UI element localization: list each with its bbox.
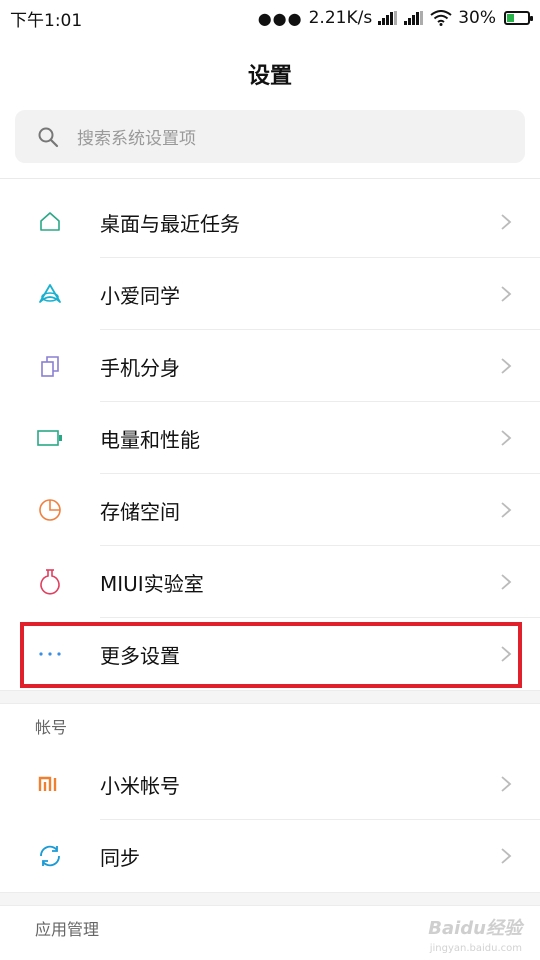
xiaoai-icon [35,279,65,309]
home-icon [35,207,65,237]
chevron-right-icon [501,574,512,590]
sync-icon [35,841,65,871]
settings-list: 桌面与最近任务 小爱同学 手机分身 电量和性能 存储空间 MIUI实验室 更多设… [0,186,540,950]
chevron-right-icon [501,430,512,446]
network-speed: 2.21K/s [308,8,373,28]
chevron-right-icon [501,848,512,864]
settings-item-sync[interactable]: 同步 [0,820,540,892]
settings-item-dual-device[interactable]: 手机分身 [0,330,540,402]
status-bar: 下午1:01 ●●● 2.21K/s 30% [0,0,540,36]
settings-item-label: 电量和性能 [100,427,200,452]
settings-item-label: 小米帐号 [100,773,180,798]
status-right: ●●● 2.21K/s 30% [257,8,533,28]
page-title: 设置 [247,64,292,89]
settings-item-battery[interactable]: 电量和性能 [0,402,540,474]
chevron-right-icon [501,646,512,662]
settings-item-label: 更多设置 [100,643,180,668]
settings-item-label: 小爱同学 [100,283,180,308]
battery-icon [504,11,533,25]
chevron-right-icon [501,776,512,792]
settings-item-label: 桌面与最近任务 [100,211,240,236]
status-time: 下午1:01 [10,10,83,31]
search-input[interactable]: 搜索系统设置项 [15,110,525,163]
settings-item-xiaoai[interactable]: 小爱同学 [0,258,540,330]
watermark: Baidu经验 [428,918,522,939]
more-dots-icon [35,639,65,669]
mi-logo-icon [35,769,65,799]
settings-item-label: MIUI实验室 [100,571,204,596]
section-header-account: 帐号 [35,718,68,737]
chevron-right-icon [501,358,512,374]
battery-percent: 30% [458,8,496,28]
settings-item-label: 存储空间 [100,499,180,524]
section-divider [0,690,540,704]
settings-item-label: 同步 [100,845,140,870]
settings-item-label: 手机分身 [100,355,180,380]
signal-icon [378,11,398,25]
settings-item-miui-lab[interactable]: MIUI实验室 [0,546,540,618]
chevron-right-icon [501,502,512,518]
settings-screen: 下午1:01 ●●● 2.21K/s 30% 设置 搜索系统设置项 桌面与最近任… [0,0,540,960]
battery-performance-icon [35,423,65,453]
search-placeholder: 搜索系统设置项 [77,129,196,149]
flask-icon [35,567,65,597]
watermark-url: jingyan.baidu.com [429,943,522,954]
signal-icon [404,11,424,25]
section-divider [0,892,540,906]
storage-pie-icon [35,495,65,525]
settings-item-home[interactable]: 桌面与最近任务 [0,186,540,258]
wifi-icon [430,10,452,26]
chevron-right-icon [501,214,512,230]
settings-item-mi-account[interactable]: 小米帐号 [0,748,540,820]
settings-item-storage[interactable]: 存储空间 [0,474,540,546]
dual-device-icon [35,351,65,381]
settings-item-more-settings[interactable]: 更多设置 [0,618,540,690]
more-notifications-icon: ●●● [257,8,303,28]
search-icon [38,127,59,147]
divider [0,178,540,179]
chevron-right-icon [501,286,512,302]
